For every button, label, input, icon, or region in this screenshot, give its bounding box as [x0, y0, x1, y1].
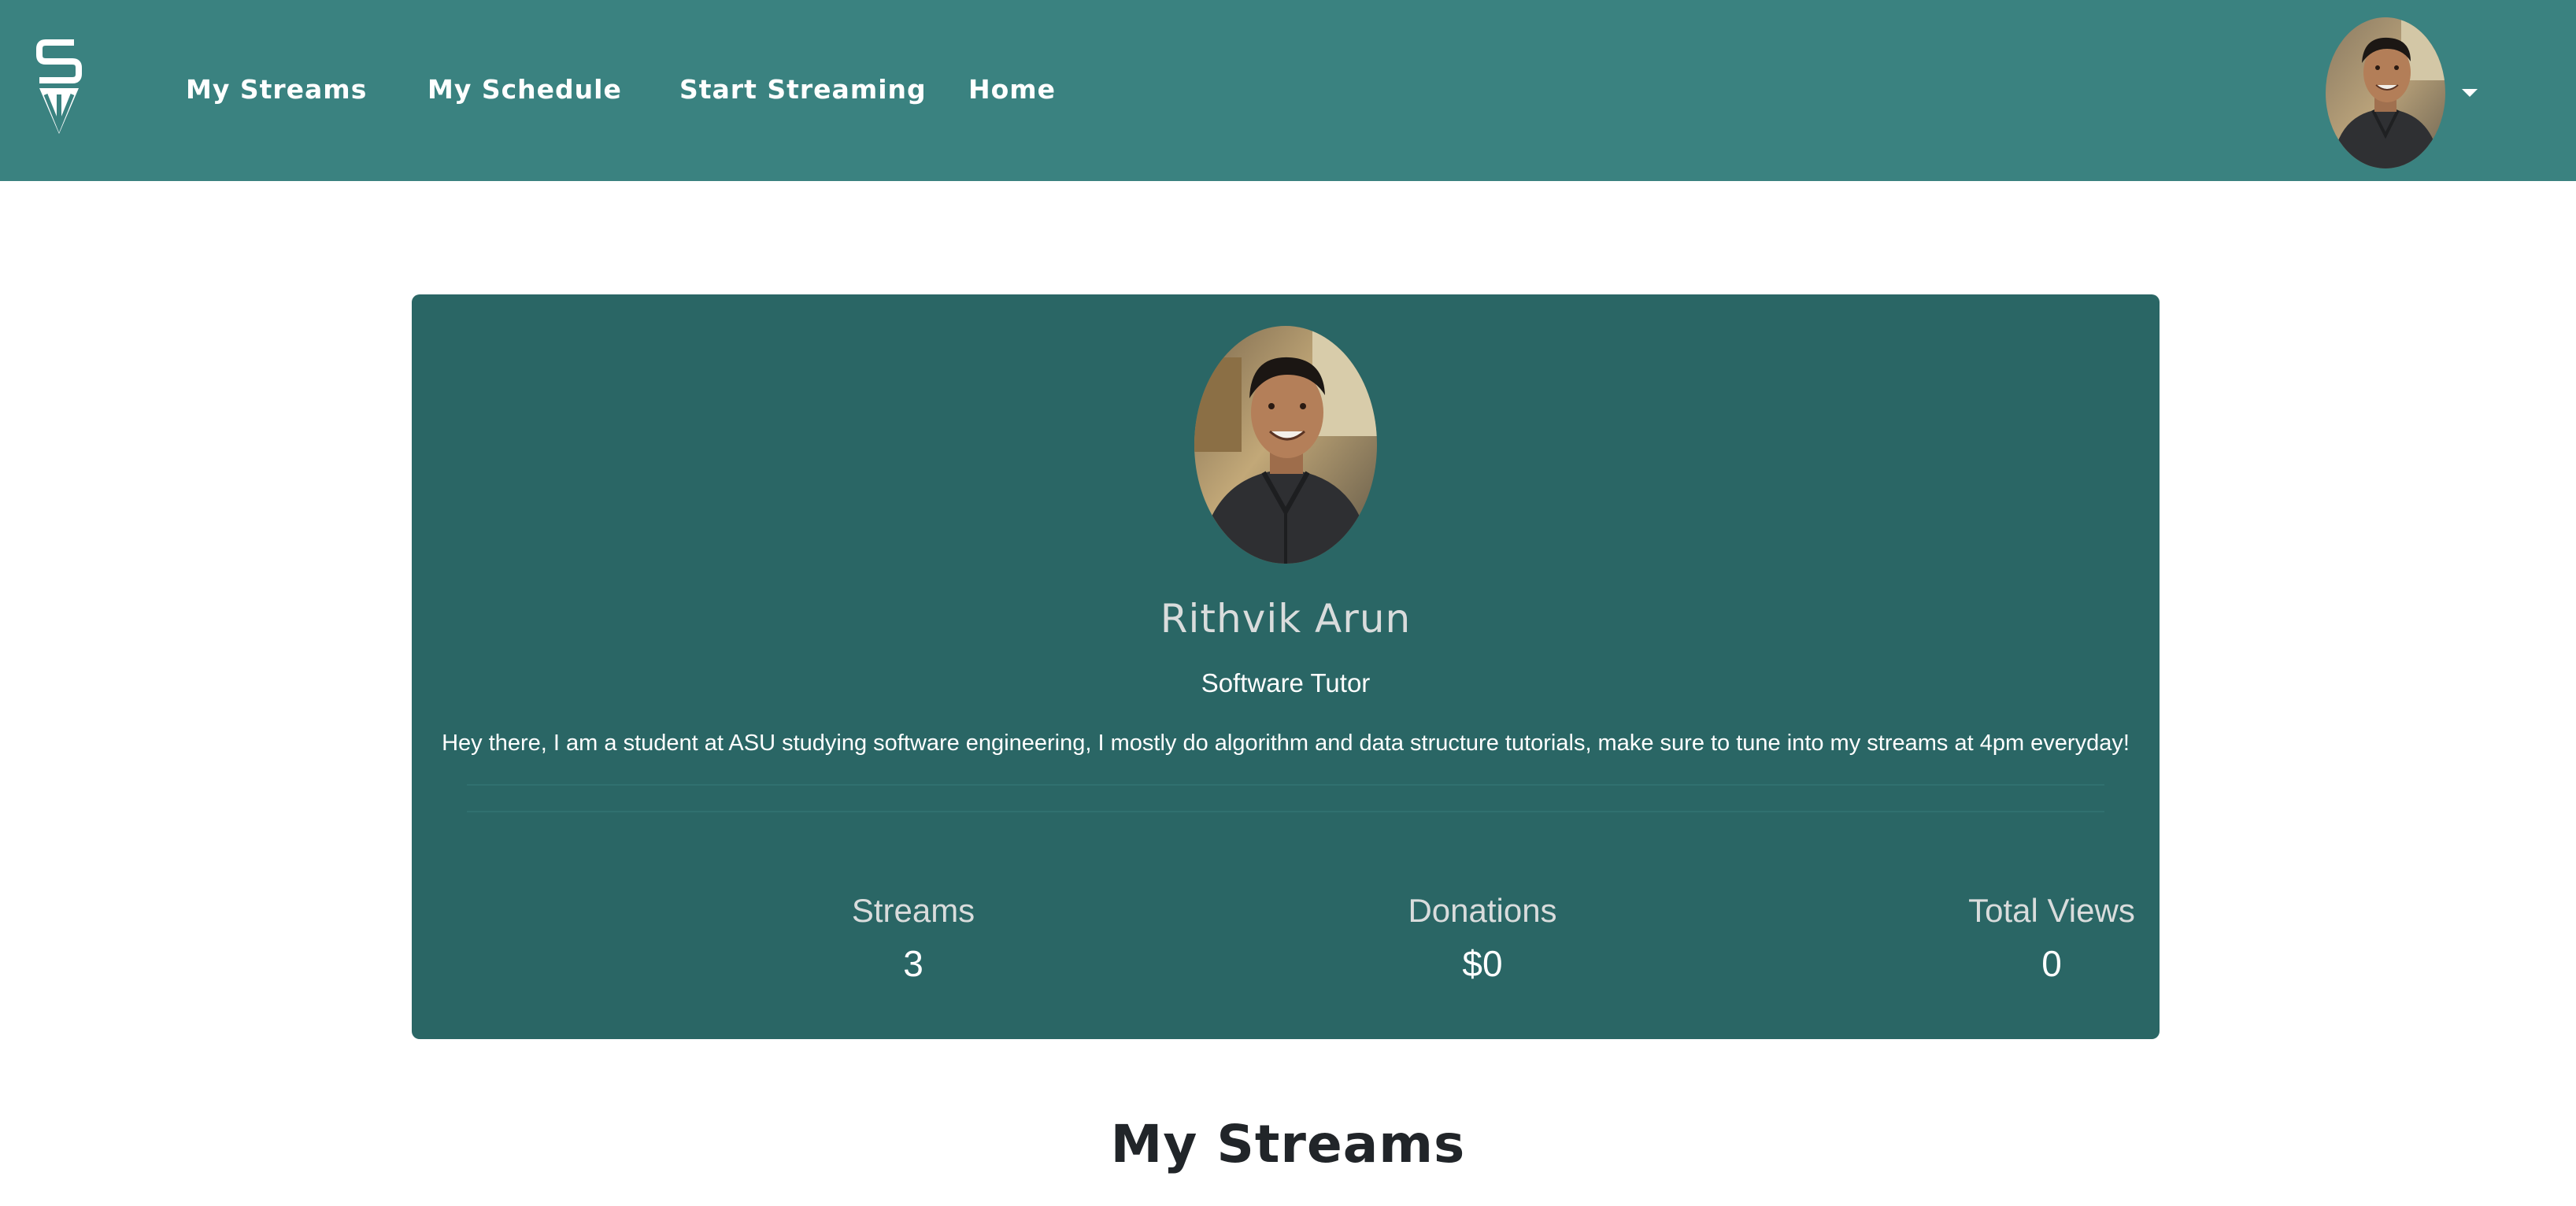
user-avatar-button[interactable] [2326, 17, 2445, 168]
stat-total-views: Total Views 0 [1855, 890, 2248, 986]
brand-logo-icon[interactable] [35, 39, 83, 137]
nav-link-start-streaming[interactable]: Start Streaming [679, 72, 927, 107]
stat-label: Streams [851, 892, 975, 929]
top-navbar: My Streams My Schedule Start Streaming H… [0, 0, 2576, 181]
stat-value: $0 [1462, 943, 1503, 984]
stat-donations: Donations $0 [1286, 890, 1679, 986]
nav-link-my-streams[interactable]: My Streams [186, 72, 367, 107]
profile-title: Software Tutor [1201, 668, 1371, 697]
profile-card: Rithvik Arun Software Tutor Hey there, I… [412, 294, 2160, 1039]
stat-label: Donations [1408, 892, 1557, 929]
stat-value: 3 [903, 943, 923, 984]
divider [467, 811, 2104, 812]
divider [467, 784, 2104, 786]
profile-bio: Hey there, I am a student at ASU studyin… [442, 731, 2130, 756]
stat-value: 0 [2041, 943, 2062, 984]
stat-streams: Streams 3 [716, 890, 1110, 986]
caret-down-icon[interactable] [2459, 82, 2480, 102]
section-title-my-streams: My Streams [1110, 1114, 1466, 1175]
nav-link-my-schedule[interactable]: My Schedule [427, 72, 622, 107]
profile-name: Rithvik Arun [1160, 596, 1412, 642]
profile-photo [1194, 326, 1377, 564]
stat-label: Total Views [1968, 892, 2135, 929]
nav-link-home[interactable]: Home [968, 72, 1056, 107]
